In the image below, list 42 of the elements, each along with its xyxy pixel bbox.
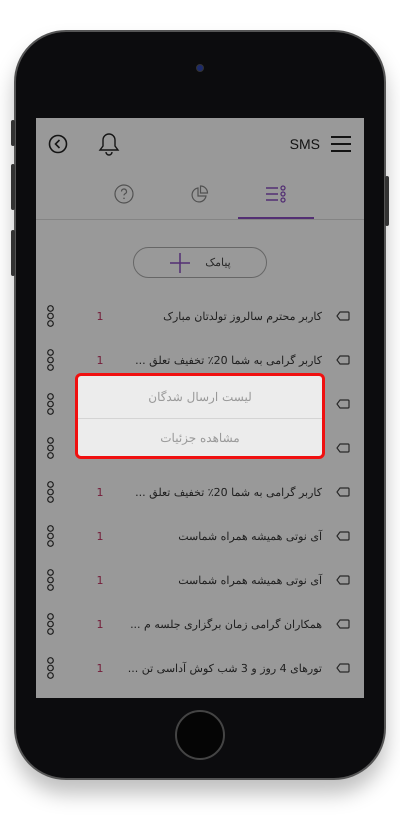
message-count: 1 [96, 486, 104, 498]
message-count: 1 [96, 354, 104, 366]
message-text[interactable]: کاربر گرامی به شما 20٪ تخفیف تعلق ... [110, 486, 322, 498]
camera-icon [196, 64, 204, 72]
list-icon [265, 184, 287, 202]
message-text[interactable]: کاربر گرامی به شما 20٪ تخفیف تعلق ... [110, 354, 322, 366]
tag-icon [336, 311, 350, 321]
tag-icon [336, 575, 350, 585]
tag-icon [336, 619, 350, 629]
help-icon [114, 184, 134, 204]
message-count: 1 [96, 574, 104, 586]
more-icon[interactable] [46, 437, 55, 459]
message-text[interactable]: تورهای 4 روز و 3 شب کوش آداسی تن ... [110, 662, 322, 674]
more-icon[interactable] [46, 305, 55, 327]
more-icon[interactable] [46, 525, 55, 547]
tag-icon [336, 663, 350, 673]
tag-icon [336, 443, 350, 453]
message-count: 1 [96, 662, 104, 674]
more-icon[interactable] [46, 481, 55, 503]
more-icon[interactable] [46, 393, 55, 415]
message-count: 1 [96, 618, 104, 630]
tag-icon [336, 399, 350, 409]
more-icon[interactable] [46, 657, 55, 679]
more-icon[interactable] [46, 613, 55, 635]
message-count: 1 [96, 310, 104, 322]
plus-icon [169, 252, 192, 274]
message-text[interactable]: کاربر محترم سالروز تولدتان مبارک [110, 310, 322, 322]
bell-icon[interactable] [98, 132, 120, 156]
more-icon[interactable] [46, 569, 55, 591]
app-title: SMS [290, 136, 320, 152]
menu-icon[interactable] [330, 135, 352, 153]
message-count: 1 [96, 530, 104, 542]
message-text[interactable]: آی نوتی همیشه همراه شماست [110, 574, 322, 586]
add-message-button[interactable]: پیامک [133, 247, 267, 278]
message-text[interactable]: آی نوتی همیشه همراه شماست [110, 530, 322, 542]
tag-icon [336, 487, 350, 497]
pie-chart-icon [190, 184, 210, 204]
tag-icon [336, 355, 350, 365]
back-icon[interactable] [48, 134, 68, 154]
tag-icon [336, 531, 350, 541]
more-icon[interactable] [46, 349, 55, 371]
message-text[interactable]: همکاران گرامی زمان برگزاری جلسه م ... [110, 618, 322, 630]
